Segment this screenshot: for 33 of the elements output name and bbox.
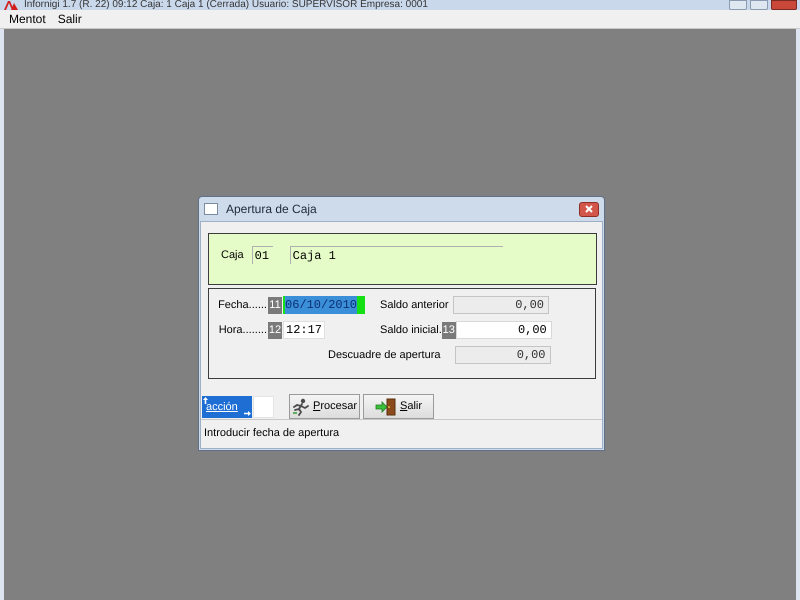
time-field[interactable]: 12:17 <box>283 321 325 339</box>
running-figure-icon <box>292 398 310 416</box>
tab-index-badge: 12 <box>268 322 282 338</box>
door-arrow-icon <box>374 398 397 416</box>
field-label: Fecha...... <box>218 298 267 313</box>
window-title: Infornigi 1.7 (R. 22) 09:12 Caja: 1 Caja 1 (Cerrada) Usuario: SUPERVISOR Empresa: 0001 <box>24 0 428 10</box>
field-label: Saldo inicial. <box>380 322 442 338</box>
process-button[interactable]: Procesar <box>289 394 360 419</box>
up-arrow-icon <box>203 396 208 404</box>
action-text: acción <box>206 400 238 414</box>
register-name-field[interactable]: Caja 1 <box>290 246 503 264</box>
close-button[interactable] <box>579 202 599 216</box>
field-label: Descuadre de apertura <box>328 348 441 363</box>
menu-item[interactable]: Salir <box>52 10 88 28</box>
dialog-title: Apertura de Caja <box>226 201 317 218</box>
register-code-field[interactable]: 01 <box>252 246 273 264</box>
field-label: Hora........ <box>218 322 267 338</box>
minimize-button[interactable] <box>729 0 747 10</box>
status-bar: Introducir fecha de apertura <box>201 419 602 448</box>
window-icon <box>204 203 218 215</box>
field-label: Saldo anterior <box>380 298 448 313</box>
action-input[interactable] <box>253 396 274 418</box>
amount-field[interactable]: 0,00 <box>456 321 552 339</box>
date-field[interactable]: 06/10/2010 <box>283 296 365 314</box>
field-label: Caja <box>221 248 244 263</box>
right-arrow-icon <box>244 410 251 416</box>
tab-index-badge: 11 <box>268 296 282 314</box>
logo-icon <box>4 0 18 10</box>
tab-index-badge: 13 <box>442 322 456 338</box>
exit-button[interactable]: Salir <box>363 394 434 419</box>
maximize-button[interactable] <box>750 0 768 10</box>
close-icon <box>585 205 593 213</box>
menu-item[interactable]: Mentot <box>3 10 52 28</box>
